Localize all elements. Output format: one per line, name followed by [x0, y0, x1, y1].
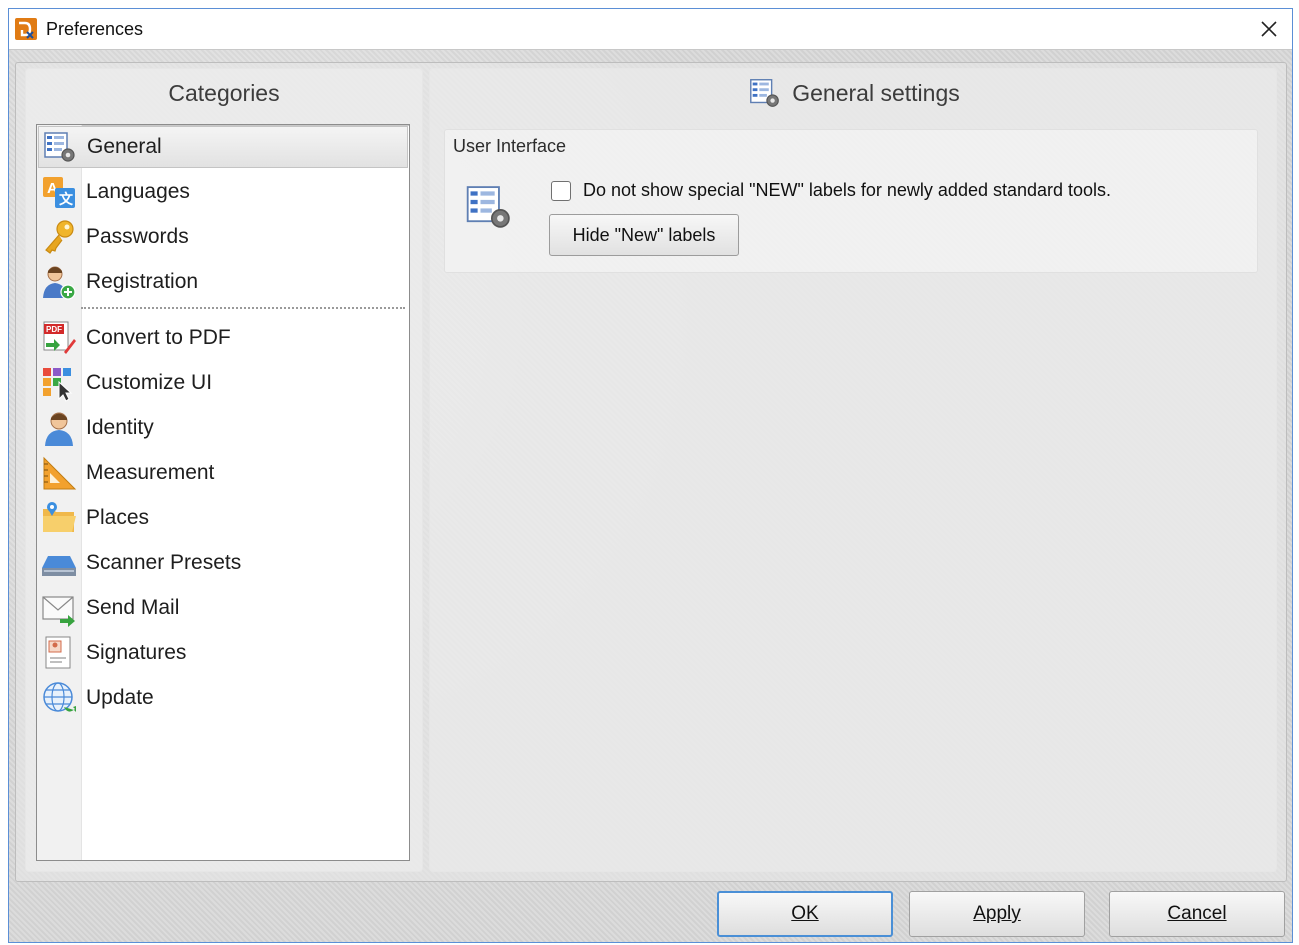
- hide-new-labels-checkbox[interactable]: [551, 180, 571, 201]
- ruler-triangle-icon: [43, 456, 77, 490]
- category-update[interactable]: Update: [38, 677, 408, 719]
- category-label: Scanner Presets: [86, 551, 242, 574]
- user-add-icon: [43, 266, 76, 300]
- categories-header: Categories: [168, 79, 280, 106]
- convert-pdf-icon: PDF: [43, 321, 76, 354]
- category-label: Signatures: [86, 641, 187, 664]
- svg-text:PDF: PDF: [46, 325, 62, 334]
- group-title: User Interface: [453, 136, 567, 156]
- category-label: Measurement: [86, 461, 215, 484]
- categories-panel: Categories General A 文 Languages Passwor…: [25, 68, 423, 872]
- general-settings-panel: General settings User Interface Do not s…: [429, 68, 1277, 872]
- signature-certificate-icon: [45, 636, 71, 669]
- category-label: Convert to PDF: [86, 326, 231, 349]
- ok-button[interactable]: OK: [717, 891, 893, 937]
- general-settings-icon: [466, 186, 510, 228]
- general-settings-icon: [44, 132, 75, 162]
- category-label: Send Mail: [86, 596, 180, 619]
- category-languages[interactable]: A 文 Languages: [38, 171, 408, 213]
- envelope-icon: [42, 596, 75, 627]
- category-customize-ui[interactable]: Customize UI: [38, 362, 408, 404]
- svg-text:文: 文: [59, 191, 74, 207]
- title-bar[interactable]: Preferences: [9, 9, 1292, 49]
- category-identity[interactable]: Identity: [38, 407, 408, 449]
- preferences-dialog: Preferences Categories General A 文 Langu…: [8, 8, 1293, 943]
- category-signatures[interactable]: Signatures: [38, 632, 408, 674]
- user-interface-group: User Interface Do not show special "NEW"…: [444, 129, 1258, 273]
- category-registration[interactable]: Registration: [38, 261, 408, 303]
- categories-list[interactable]: General A 文 Languages Passwords Registra…: [36, 124, 410, 861]
- person-icon: [45, 412, 73, 446]
- scanner-icon: [42, 556, 76, 576]
- settings-header: General settings: [430, 69, 1276, 117]
- pdf-xchange-logo-icon: [15, 18, 37, 40]
- globe-update-icon: [43, 682, 76, 712]
- category-places[interactable]: Places: [38, 497, 408, 539]
- cancel-button[interactable]: Cancel: [1109, 891, 1285, 937]
- window-title: Preferences: [46, 18, 144, 39]
- category-label: General: [87, 135, 162, 158]
- checkbox-label[interactable]: Do not show special "NEW" labels for new…: [583, 180, 1111, 201]
- category-label: Update: [86, 686, 154, 709]
- hide-new-labels-button[interactable]: Hide "New" labels: [549, 214, 739, 256]
- apply-button-label: Apply: [973, 903, 1021, 924]
- category-label: Languages: [86, 180, 190, 203]
- category-label: Customize UI: [86, 371, 213, 394]
- settings-title: General settings: [792, 79, 960, 106]
- close-icon: [1261, 21, 1277, 37]
- customize-ui-icon: [43, 368, 73, 402]
- category-separator: [81, 307, 405, 309]
- category-convert-to-pdf[interactable]: PDF Convert to PDF: [38, 317, 408, 359]
- category-label: Identity: [86, 416, 154, 439]
- cancel-button-label: Cancel: [1167, 903, 1227, 924]
- category-label: Registration: [86, 270, 199, 293]
- category-send-mail[interactable]: Send Mail: [38, 587, 408, 629]
- languages-icon: A 文: [43, 177, 75, 208]
- hide-new-labels-option: Do not show special "NEW" labels for new…: [551, 180, 1111, 201]
- dialog-client-area: Categories General A 文 Languages Passwor…: [9, 49, 1292, 942]
- ok-button-label: OK: [791, 903, 819, 924]
- key-icon: [45, 220, 74, 254]
- category-label: Passwords: [86, 225, 189, 248]
- category-scanner-presets[interactable]: Scanner Presets: [38, 542, 408, 584]
- apply-button[interactable]: Apply: [909, 891, 1085, 937]
- category-label: Places: [86, 506, 150, 529]
- folder-places-icon: [43, 502, 76, 532]
- category-measurement[interactable]: Measurement: [38, 452, 408, 494]
- category-passwords[interactable]: Passwords: [38, 216, 408, 258]
- category-general[interactable]: General: [38, 126, 408, 168]
- general-settings-icon: [750, 79, 780, 107]
- close-button[interactable]: [1252, 13, 1286, 45]
